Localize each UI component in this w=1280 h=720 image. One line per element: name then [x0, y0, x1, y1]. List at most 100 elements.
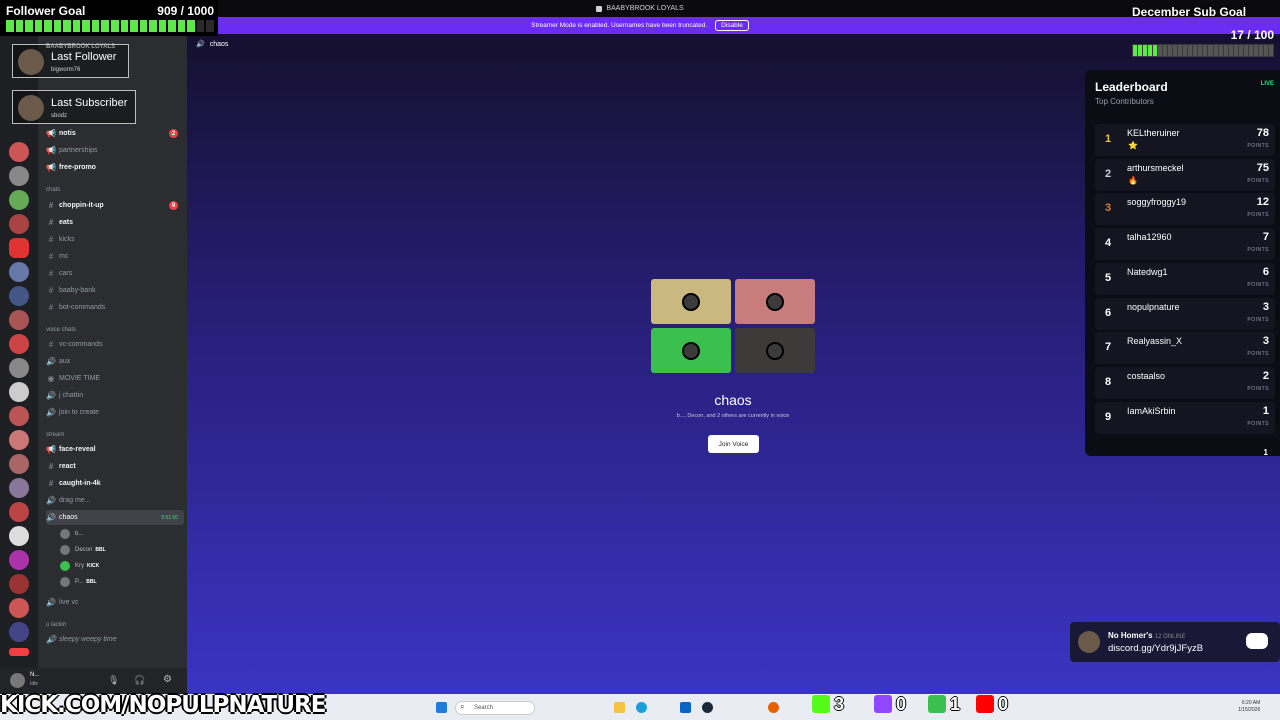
server-icon[interactable]: [9, 286, 29, 306]
follower-goal-progress: [6, 20, 215, 32]
channel-join-to-create[interactable]: 🔊 join to create: [46, 405, 184, 420]
channel-movie-time[interactable]: ◉ MOVIE TIME: [46, 371, 184, 386]
server-icon[interactable]: [9, 430, 29, 450]
mention-badge: 2: [169, 129, 178, 138]
rank: 3: [1105, 202, 1112, 215]
progress-segment: [130, 20, 138, 32]
server-icon[interactable]: [9, 454, 29, 474]
leaderboard-row: 2 arthursmeckel 🔥 75 POINTS: [1095, 158, 1275, 191]
channel-label: join to create: [59, 409, 100, 416]
channel-live-vc[interactable]: 🔊 live vc: [46, 595, 184, 610]
sub-goal-overlay: December Sub Goal 17 / 100: [1128, 2, 1278, 60]
join-voice-button[interactable]: Join Voice: [708, 435, 759, 453]
channel-sleepy-weepy-time[interactable]: 🔊 sleepy weepy time: [46, 632, 184, 647]
channel-bot-commands[interactable]: # bot-commands: [46, 300, 184, 315]
channel-cars[interactable]: # cars: [46, 266, 184, 281]
taskbar-search[interactable]: Search: [455, 701, 535, 715]
role-tag: BBL: [86, 579, 97, 585]
voice-user[interactable]: Decon BBL: [60, 545, 106, 555]
disable-button[interactable]: Disable: [715, 20, 749, 31]
channel-drag-me[interactable]: 🔊 drag me...: [46, 493, 184, 508]
youtube-count: 0: [998, 693, 1009, 714]
microphone-icon[interactable]: 🎙: [108, 675, 119, 686]
server-icon[interactable]: [9, 526, 29, 546]
server-icon[interactable]: [9, 598, 29, 618]
channel-vc-commands[interactable]: # vc-commands: [46, 337, 184, 352]
search-icon: ⌕: [460, 702, 465, 711]
server-icon[interactable]: [9, 502, 29, 522]
channel-chaos[interactable]: 🔊 chaos 5:51:50: [46, 510, 184, 525]
points-label: POINTS: [1247, 247, 1269, 254]
rank: 9: [1105, 410, 1112, 423]
progress-segment: [63, 20, 71, 32]
voice-user[interactable]: b...: [60, 529, 83, 539]
invite-online-count: 12 ONLINE: [1154, 634, 1186, 640]
progress-segment: [1263, 45, 1268, 56]
server-icon[interactable]: [9, 262, 29, 282]
server-icon[interactable]: [9, 382, 29, 402]
user-panel: N... Idle 🎙 🎧 ⚙: [0, 668, 187, 694]
youtube-viewer-stat: 0: [976, 693, 1008, 715]
channel-eats[interactable]: # eats: [46, 215, 184, 230]
green-count: 1: [950, 693, 961, 714]
channel-face-reveal[interactable]: 📢 face-reveal: [46, 442, 184, 457]
server-icon[interactable]: [9, 550, 29, 570]
channel-aux[interactable]: 🔊 aux: [46, 354, 184, 369]
server-icon[interactable]: [9, 142, 29, 162]
server-icon[interactable]: [9, 238, 29, 258]
server-icon[interactable]: [9, 310, 29, 330]
progress-segment: [53, 20, 62, 32]
participant-tile[interactable]: [735, 279, 815, 324]
server-icon[interactable]: [9, 478, 29, 498]
outlook-icon[interactable]: [680, 702, 691, 713]
server-icon[interactable]: [9, 622, 29, 642]
progress-segment: [1218, 45, 1223, 56]
channel-caught-in-4k[interactable]: # caught-in-4k: [46, 476, 184, 491]
voice-user-name: Decon: [75, 547, 93, 553]
hash-icon: #: [48, 340, 54, 349]
participant-tile[interactable]: [735, 328, 815, 373]
progress-segment: [1228, 45, 1233, 56]
channel-j-chattin[interactable]: 🔊 j chattin: [46, 388, 184, 403]
channel-free-promo[interactable]: 📢 free-promo: [46, 160, 184, 175]
channel-label: live vc: [59, 599, 79, 606]
channel-partnerships[interactable]: 📢 partnerships: [46, 143, 184, 158]
invite-server-line: No Homer's 12 ONLINE: [1108, 631, 1186, 640]
category-u-lackin[interactable]: u lackin: [46, 622, 66, 628]
server-icon[interactable]: [9, 334, 29, 354]
channel-choppin-it-up[interactable]: # choppin-it-up 9: [46, 198, 184, 213]
server-icon[interactable]: [9, 574, 29, 594]
voice-user[interactable]: Kry KICK: [60, 561, 99, 571]
sub-goal-progress: [1132, 44, 1274, 57]
stage-icon: ◉: [47, 374, 55, 383]
firefox-icon[interactable]: [768, 702, 779, 713]
server-icon[interactable]: [9, 358, 29, 378]
channel-react[interactable]: # react: [46, 459, 184, 474]
category-voice-chats[interactable]: voice chats: [46, 327, 76, 333]
channel-kicks[interactable]: # kicks: [46, 232, 184, 247]
window-title: BAABYBROOK LOYALS: [606, 5, 684, 12]
category-stream[interactable]: stream: [46, 432, 64, 438]
channel-mc[interactable]: # mc: [46, 249, 184, 264]
channel-label: face-reveal: [59, 446, 96, 453]
steam-icon[interactable]: [702, 702, 713, 713]
category-chats[interactable]: chats: [46, 187, 60, 193]
server-icon[interactable]: [9, 406, 29, 426]
edge-icon[interactable]: [636, 702, 647, 713]
windows-start-icon[interactable]: [436, 702, 447, 713]
gear-icon[interactable]: ⚙: [163, 674, 172, 685]
points-value: 3: [1262, 335, 1269, 348]
headphones-icon[interactable]: 🎧: [134, 675, 145, 686]
file-explorer-icon[interactable]: [614, 702, 625, 713]
channel-baaby-bank[interactable]: # baaby-bank: [46, 283, 184, 298]
avatar[interactable]: [10, 673, 25, 688]
voice-user[interactable]: P... BBL: [60, 577, 97, 587]
hash-icon: #: [48, 286, 54, 295]
server-icon[interactable]: [9, 166, 29, 186]
participant-tile[interactable]: [651, 328, 731, 373]
server-icon[interactable]: [9, 214, 29, 234]
channel-notis[interactable]: 📢 notis 2: [46, 126, 184, 141]
participant-tile[interactable]: [651, 279, 731, 324]
last-subscriber-overlay: Last Subscriber sbodz: [12, 90, 136, 124]
server-icon[interactable]: [9, 190, 29, 210]
